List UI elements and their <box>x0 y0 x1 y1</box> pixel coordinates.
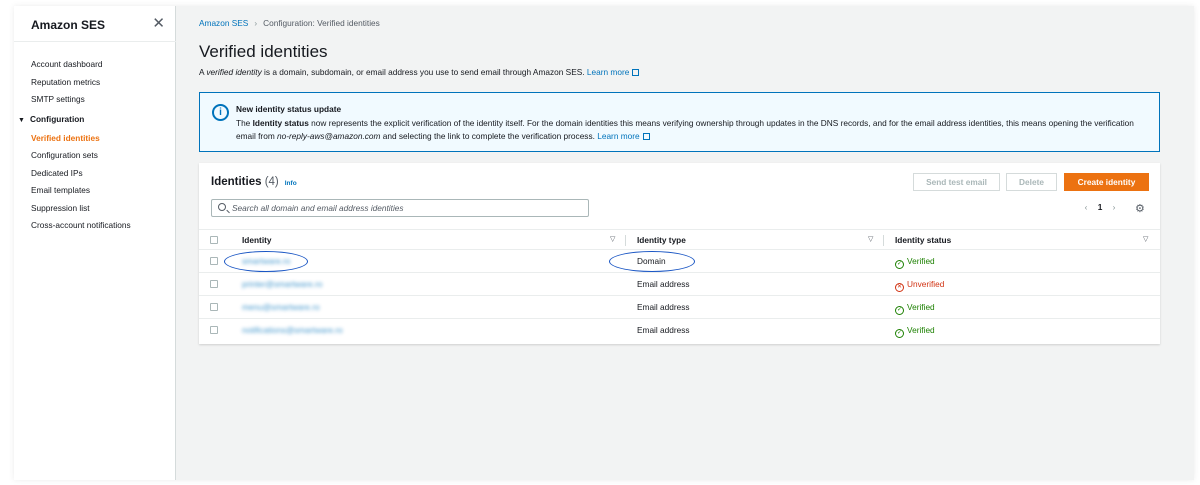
breadcrumb-current: Configuration: Verified identities <box>263 18 380 28</box>
row-checkbox[interactable] <box>210 303 218 311</box>
status-badge: ✕ Unverified <box>895 279 945 292</box>
sort-icon[interactable]: ▽ <box>868 235 873 243</box>
sidebar-section-configuration[interactable]: ▼ Configuration <box>18 114 84 124</box>
sidebar-item-suppression-list[interactable]: Suppression list <box>31 200 131 217</box>
sidebar-item-account-dashboard[interactable]: Account dashboard <box>31 56 103 74</box>
status-badge: ✓ Verified <box>895 302 935 315</box>
page-title: Verified identities <box>199 42 328 61</box>
identities-panel: Identities (4) Info Send test email Delet… <box>199 163 1160 344</box>
breadcrumb-root[interactable]: Amazon SES <box>199 18 248 28</box>
column-identity[interactable]: Identity <box>242 235 272 245</box>
column-identity-type[interactable]: Identity type <box>637 235 686 245</box>
sidebar-title: Amazon SES <box>31 18 106 32</box>
chevron-right-icon[interactable]: › <box>1107 202 1121 212</box>
banner-body-bold: Identity status <box>252 118 309 128</box>
check-circle-icon: ✓ <box>895 306 904 315</box>
table-row: menu@smartware.ro Email address ✓ Verifie… <box>199 296 1160 319</box>
status-text: Verified <box>907 302 935 312</box>
sidebar-item-smtp-settings[interactable]: SMTP settings <box>31 91 103 109</box>
column-identity-status[interactable]: Identity status <box>895 235 951 245</box>
check-circle-icon: ✓ <box>895 329 904 338</box>
annotation-oval-type <box>609 251 695 272</box>
banner-body-pre: The <box>236 118 253 128</box>
select-all-checkbox[interactable] <box>210 236 218 244</box>
search-box <box>211 199 589 217</box>
sort-icon[interactable]: ▽ <box>1143 235 1148 243</box>
external-link-icon <box>642 133 650 140</box>
sidebar-item-email-templates[interactable]: Email templates <box>31 182 131 199</box>
sidebar-item-configuration-sets[interactable]: Configuration sets <box>31 147 131 164</box>
sidebar: Amazon SES ✕ Account dashboard Reputatio… <box>14 6 176 480</box>
check-circle-icon: ✓ <box>895 260 904 269</box>
console-frame: Amazon SES ✕ Account dashboard Reputatio… <box>14 6 1194 480</box>
panel-title-text: Identities <box>211 176 262 188</box>
identity-type: Email address <box>637 302 690 312</box>
banner-body-post: and selecting the link to complete the v… <box>380 131 595 141</box>
search-input[interactable] <box>232 201 582 215</box>
panel-title: Identities (4) Info <box>211 176 297 188</box>
sidebar-item-cross-account-notifications[interactable]: Cross-account notifications <box>31 217 131 234</box>
close-icon[interactable]: ✕ <box>152 14 165 32</box>
send-test-email-button[interactable]: Send test email <box>913 173 1000 191</box>
identity-type: Email address <box>637 325 690 335</box>
info-icon: i <box>212 104 229 121</box>
sidebar-item-verified-identities[interactable]: Verified identities <box>31 130 131 147</box>
gear-icon[interactable]: ⚙ <box>1135 202 1145 215</box>
row-checkbox[interactable] <box>210 257 218 265</box>
external-link-icon <box>632 69 640 76</box>
table-row: printer@smartware.ro Email address ✕ Unve… <box>199 273 1160 296</box>
sidebar-item-dedicated-ips[interactable]: Dedicated IPs <box>31 165 131 182</box>
identity-type: Email address <box>637 279 690 289</box>
row-checkbox[interactable] <box>210 280 218 288</box>
status-badge: ✓ Verified <box>895 256 935 269</box>
identity-count: (4) <box>264 176 279 188</box>
chevron-left-icon[interactable]: ‹ <box>1079 202 1093 212</box>
status-badge: ✓ Verified <box>895 325 935 338</box>
identity-name[interactable]: printer@smartware.ro <box>242 279 322 289</box>
status-text: Unverified <box>907 279 945 289</box>
status-text: Verified <box>907 325 935 335</box>
sidebar-divider <box>14 41 176 42</box>
info-banner: i New identity status update The Identit… <box>199 92 1160 152</box>
sidebar-section-label: Configuration <box>30 114 85 124</box>
identity-name[interactable]: notifications@smartware.ro <box>242 325 343 335</box>
page-number[interactable]: 1 <box>1093 202 1107 212</box>
learn-more-link[interactable]: Learn more <box>587 67 629 77</box>
desc-em: verified identity <box>206 67 262 77</box>
pagination: ‹ 1 › <box>1079 202 1121 212</box>
chevron-right-icon: › <box>254 18 258 28</box>
column-divider <box>625 235 626 246</box>
row-checkbox[interactable] <box>210 326 218 334</box>
sidebar-nav: Account dashboard Reputation metrics SMT… <box>31 56 103 109</box>
breadcrumb: Amazon SES › Configuration: Verified ident… <box>199 18 380 28</box>
table-header: Identity ▽ Identity type ▽ Identity stat… <box>199 229 1160 250</box>
status-text: Verified <box>907 256 935 266</box>
identity-name[interactable]: menu@smartware.ro <box>242 302 320 312</box>
delete-button[interactable]: Delete <box>1006 173 1057 191</box>
create-identity-button[interactable]: Create identity <box>1064 173 1149 191</box>
banner-body-em: no-reply-aws@amazon.com <box>277 131 381 141</box>
table-row: notifications@smartware.ro Email address… <box>199 319 1160 342</box>
x-circle-icon: ✕ <box>895 283 904 292</box>
banner-body: The Identity status now represents the e… <box>236 117 1151 143</box>
banner-learn-more-link[interactable]: Learn more <box>597 131 639 141</box>
sidebar-item-reputation-metrics[interactable]: Reputation metrics <box>31 74 103 92</box>
sort-icon[interactable]: ▽ <box>610 235 615 243</box>
info-link[interactable]: Info <box>285 180 297 187</box>
desc-post: is a domain, subdomain, or email address… <box>261 67 585 77</box>
sidebar-subnav: Verified identities Configuration sets D… <box>31 130 131 234</box>
search-icon <box>218 203 226 211</box>
column-divider <box>883 235 884 246</box>
annotation-oval-identity <box>224 251 308 272</box>
page-description: A verified identity is a domain, subdoma… <box>199 67 640 77</box>
caret-down-icon: ▼ <box>18 117 25 124</box>
banner-title: New identity status update <box>236 104 342 114</box>
